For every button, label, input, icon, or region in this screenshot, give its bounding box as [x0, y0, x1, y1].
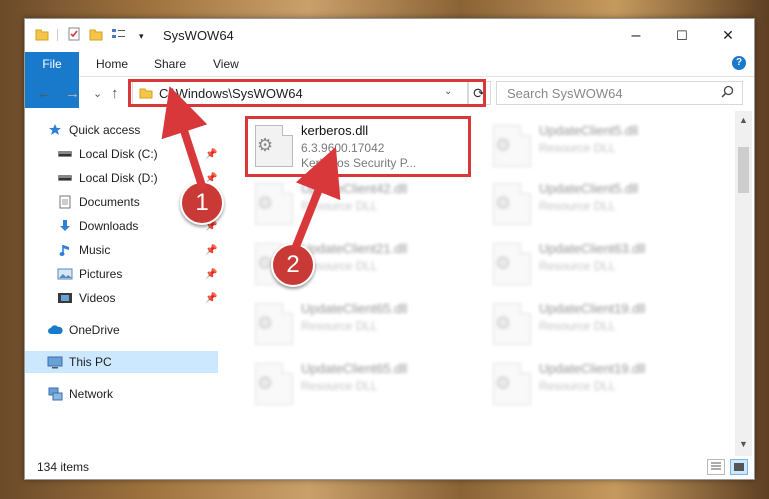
- arrow-to-address-bar: [161, 86, 208, 191]
- explorer-window: ▾ SysWOW64 – ☐ ✕ File Home Share View ⌄ …: [24, 18, 755, 480]
- annotation-arrows: [161, 86, 341, 251]
- arrow-to-file: [291, 146, 341, 251]
